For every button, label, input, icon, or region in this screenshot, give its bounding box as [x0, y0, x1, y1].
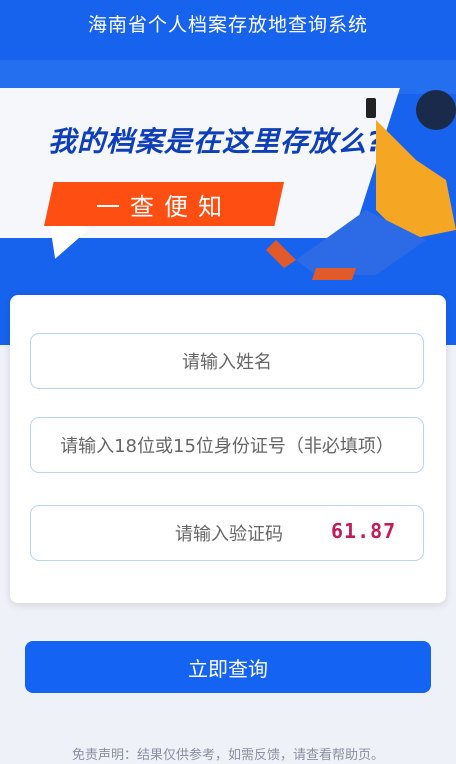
id-placeholder: 请输入18位或15位身份证号（非必填项）	[60, 436, 394, 457]
banner-tagline: 一查便知	[44, 182, 284, 226]
disclaimer-text: 免责声明：结果仅供参考，如需反馈，请查看帮助页。	[71, 748, 384, 763]
name-input[interactable]: 请输入姓名	[30, 333, 424, 389]
app-title: 海南省个人档案存放地查询系统	[87, 14, 368, 36]
captcha-image[interactable]: 61.87	[331, 519, 409, 547]
captcha-input[interactable]: 请输入验证码 61.87	[30, 505, 424, 561]
id-number-input[interactable]: 请输入18位或15位身份证号（非必填项）	[30, 417, 424, 473]
person-with-phone-illustration	[266, 90, 456, 280]
name-placeholder: 请输入姓名	[182, 352, 272, 373]
hero-banner: 海南省个人档案存放地查询系统 我的档案是在这里存放么? 一查便知	[0, 0, 456, 345]
query-button[interactable]: 立即查询	[25, 641, 431, 693]
captcha-placeholder: 请输入验证码	[175, 524, 283, 545]
query-form-card: 请输入姓名 请输入18位或15位身份证号（非必填项） 请输入验证码 61.87	[10, 295, 446, 603]
